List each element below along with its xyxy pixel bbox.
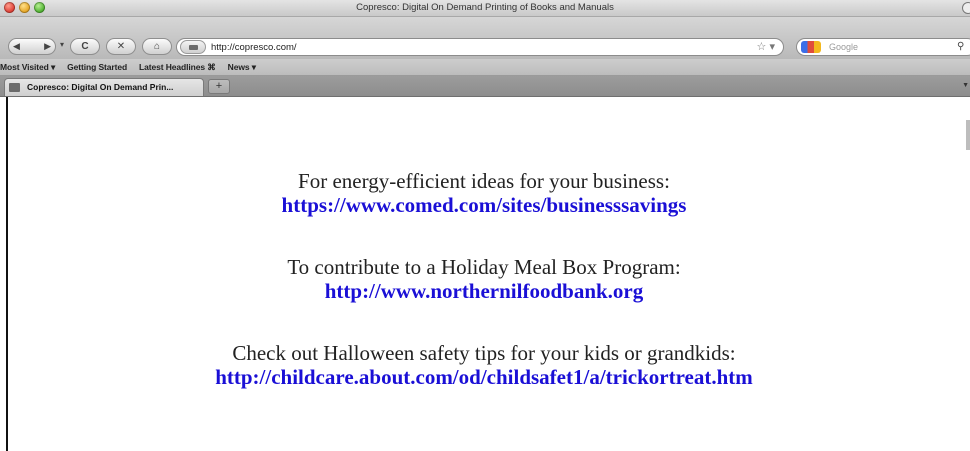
- address-bar[interactable]: http://copresco.com/ ☆ ▾: [176, 38, 784, 56]
- stop-button[interactable]: ✕: [106, 38, 136, 55]
- energy-link[interactable]: https://www.comed.com/sites/businesssavi…: [282, 193, 687, 217]
- back-icon[interactable]: ◀: [13, 41, 20, 52]
- url-text[interactable]: http://copresco.com/: [211, 42, 297, 53]
- reload-button[interactable]: C: [70, 38, 100, 55]
- bookmark-most-visited[interactable]: Most Visited ▾: [0, 62, 55, 73]
- tab-copresco[interactable]: Copresco: Digital On Demand Prin...: [4, 78, 204, 96]
- search-box[interactable]: Google ⚲: [796, 38, 970, 56]
- foodbank-info-block: To contribute to a Holiday Meal Box Prog…: [0, 255, 968, 303]
- toolbar-toggle-button[interactable]: [962, 2, 970, 14]
- tab-label: Copresco: Digital On Demand Prin...: [27, 82, 174, 92]
- favicon-icon: [9, 83, 20, 92]
- title-bar: Copresco: Digital On Demand Printing of …: [0, 0, 970, 17]
- halloween-link[interactable]: http://childcare.about.com/od/childsafet…: [215, 365, 753, 389]
- search-icon[interactable]: ⚲: [957, 41, 964, 52]
- halloween-text: Check out Halloween safety tips for your…: [232, 341, 736, 365]
- forward-icon[interactable]: ▶: [44, 41, 51, 52]
- new-tab-button[interactable]: +: [208, 79, 230, 94]
- energy-info-block: For energy-efficient ideas for your busi…: [0, 169, 968, 217]
- halloween-info-block: Check out Halloween safety tips for your…: [0, 341, 968, 389]
- site-identity-icon[interactable]: [180, 40, 206, 54]
- foodbank-text: To contribute to a Holiday Meal Box Prog…: [287, 255, 681, 279]
- navigation-toolbar: ◀ ▶ ▾ C ✕ ⌂ http://copresco.com/ ☆ ▾ Goo…: [0, 17, 970, 59]
- bookmarks-toolbar: Most Visited ▾ Getting Started Latest He…: [0, 59, 970, 76]
- bookmark-news[interactable]: News ▾: [228, 62, 256, 73]
- energy-text: For energy-efficient ideas for your busi…: [298, 169, 670, 193]
- home-button[interactable]: ⌂: [142, 38, 172, 55]
- tab-list-icon[interactable]: ▼: [962, 82, 969, 89]
- search-input[interactable]: Google: [829, 42, 858, 52]
- back-forward-group: ◀ ▶: [8, 38, 56, 55]
- scrollbar-thumb[interactable]: [966, 120, 970, 150]
- search-engine-icon[interactable]: [801, 41, 821, 53]
- bookmark-getting-started[interactable]: Getting Started: [67, 62, 127, 72]
- tab-bar: Copresco: Digital On Demand Prin... + ▼: [0, 76, 970, 97]
- foodbank-link[interactable]: http://www.northernilfoodbank.org: [325, 279, 644, 303]
- browser-window: Copresco: Digital On Demand Printing of …: [0, 0, 970, 451]
- window-title: Copresco: Digital On Demand Printing of …: [356, 2, 614, 13]
- history-dropdown-icon[interactable]: ▾: [60, 40, 64, 49]
- bookmark-latest-headlines[interactable]: Latest Headlines ⌘: [139, 62, 216, 73]
- bookmark-star-icon[interactable]: ☆ ▾: [757, 40, 775, 53]
